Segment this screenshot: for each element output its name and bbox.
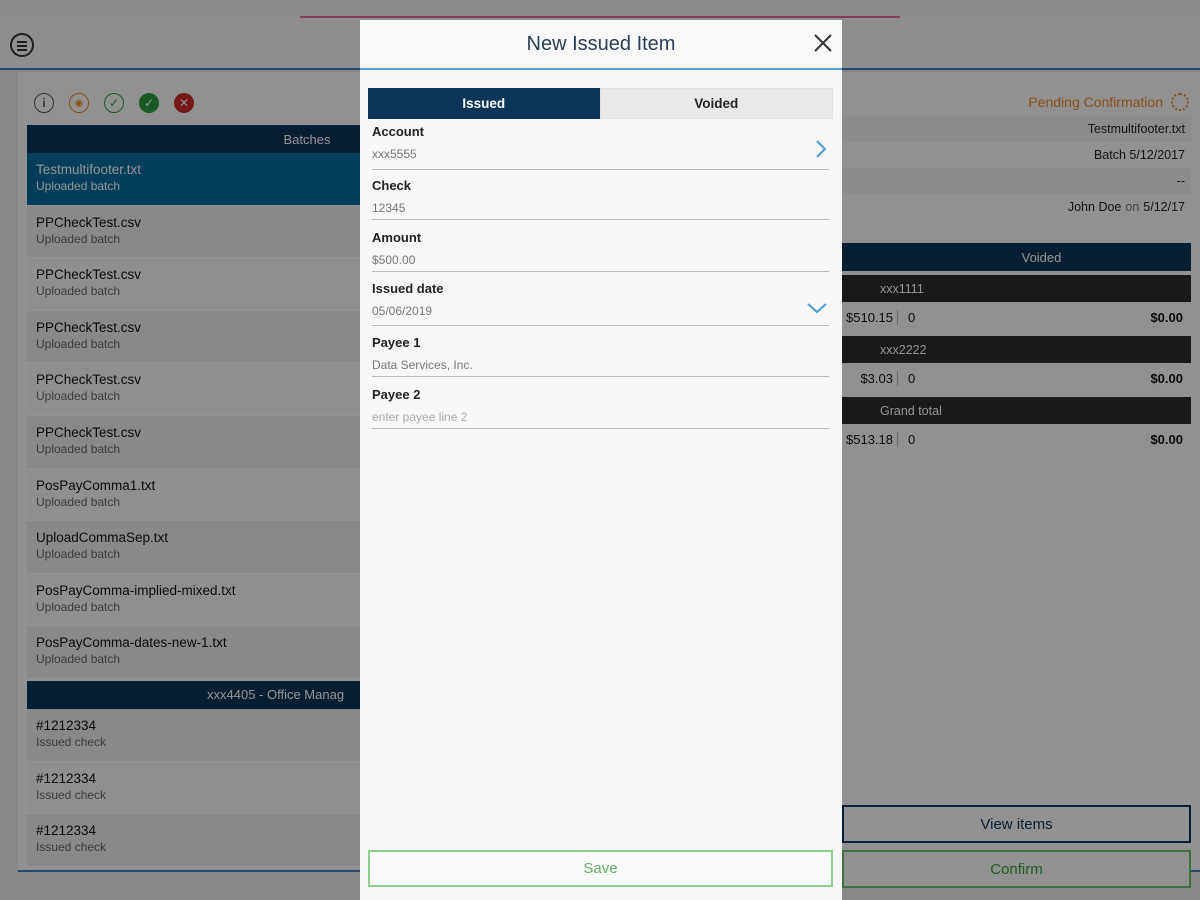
- new-issued-item-dialog: New Issued Item Issued Voided Account xx…: [360, 20, 842, 900]
- close-icon[interactable]: [812, 32, 834, 54]
- tab-issued[interactable]: Issued: [368, 88, 600, 119]
- dialog-title: New Issued Item: [526, 32, 676, 55]
- field-label: Account: [372, 124, 424, 139]
- dialog-header: New Issued Item: [360, 20, 842, 70]
- field-label: Amount: [372, 230, 422, 245]
- chevron-right-icon[interactable]: [815, 140, 827, 163]
- issued-date-value: 05/06/2019: [372, 304, 433, 318]
- tab-voided[interactable]: Voided: [599, 88, 833, 119]
- payee2-field[interactable]: Payee 2 enter payee line 2: [372, 387, 829, 429]
- payee2-placeholder: enter payee line 2: [372, 410, 468, 424]
- save-button[interactable]: Save: [368, 850, 833, 887]
- chevron-down-icon[interactable]: [807, 301, 827, 319]
- account-value: xxx5555: [372, 147, 417, 161]
- field-label: Payee 2: [372, 387, 421, 402]
- payee1-field[interactable]: Payee 1 Data Services, Inc.: [372, 335, 829, 377]
- item-type-toggle: Issued Voided: [368, 88, 833, 119]
- check-value: 12345: [372, 201, 406, 215]
- field-label: Check: [372, 178, 412, 193]
- issued-date-field[interactable]: Issued date 05/06/2019: [372, 281, 829, 326]
- amount-field[interactable]: Amount $500.00: [372, 230, 829, 272]
- payee1-value: Data Services, Inc.: [372, 358, 473, 372]
- check-field[interactable]: Check 12345: [372, 178, 829, 220]
- field-label: Payee 1: [372, 335, 421, 350]
- field-label: Issued date: [372, 281, 444, 296]
- amount-value: $500.00: [372, 253, 416, 267]
- account-field[interactable]: Account xxx5555: [372, 124, 829, 170]
